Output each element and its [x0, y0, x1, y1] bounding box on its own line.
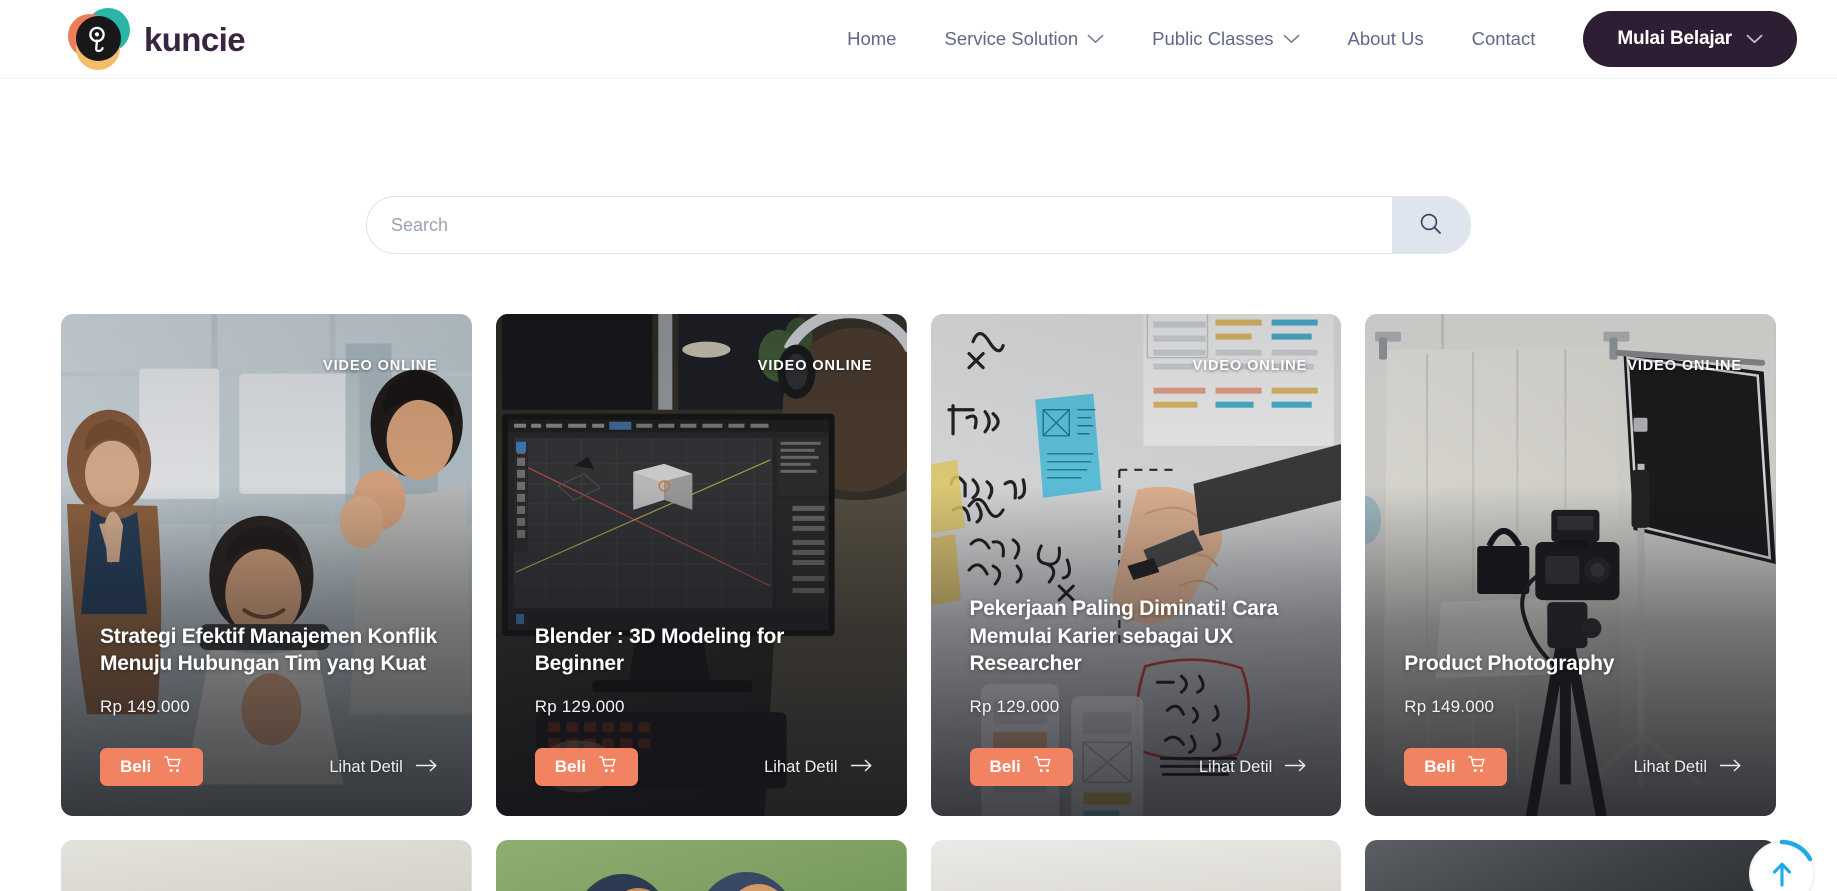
course-card[interactable] [495, 840, 907, 891]
search-input[interactable] [367, 197, 1392, 253]
course-card-image [61, 840, 472, 891]
arrow-right-icon [1285, 758, 1307, 777]
course-title: Product Photography [1404, 652, 1615, 676]
arrow-up-icon [1749, 839, 1815, 891]
course-card-grid-next-row [61, 840, 1776, 891]
course-card-grid: VIDEO ONLINE Strategi Efektif Manajemen … [61, 314, 1776, 816]
course-card[interactable]: VIDEO ONLINE Blender : 3D Modeling for B… [495, 314, 907, 816]
buy-button-label: Beli [989, 757, 1021, 776]
arrow-right-icon [850, 758, 873, 777]
detail-link[interactable]: Lihat Detil [764, 758, 872, 777]
buy-button-label: Beli [1424, 757, 1456, 776]
brand-logo-link[interactable]: kuncie [68, 8, 246, 70]
course-price: Rp 129.000 [969, 697, 1060, 716]
nav-item-label: About Us [1347, 28, 1424, 49]
buy-button[interactable]: Beli [100, 748, 204, 786]
search-icon [1418, 211, 1444, 240]
course-price: Rp 129.000 [534, 697, 625, 716]
search-bar [366, 196, 1471, 254]
status-badge: VIDEO ONLINE [1192, 358, 1308, 374]
shopping-cart-icon [1033, 755, 1053, 779]
course-card[interactable]: VIDEO ONLINE Strategi Efektif Manajemen … [61, 314, 472, 816]
buy-button[interactable]: Beli [1404, 748, 1508, 786]
detail-link[interactable]: Lihat Detil [329, 758, 437, 777]
nav-item-label: Contact [1471, 28, 1536, 49]
course-card[interactable]: VIDEO ONLINE Pekerjaan Paling Diminati! … [930, 314, 1342, 816]
detail-link-label: Lihat Detil [1633, 757, 1707, 776]
chevron-down-icon [1283, 34, 1300, 44]
status-badge: VIDEO ONLINE [323, 358, 438, 374]
buy-button-label: Beli [554, 757, 586, 776]
buy-button[interactable]: Beli [969, 748, 1073, 786]
course-card[interactable]: VIDEO ONLINE Product Photography Rp 149.… [1365, 314, 1776, 816]
card-body: Pekerjaan Paling Diminati! Cara Memulai … [969, 595, 1308, 786]
buy-button-label: Beli [120, 757, 152, 776]
detail-link[interactable]: Lihat Detil [1199, 758, 1307, 777]
course-card[interactable] [1365, 840, 1776, 891]
nav-item-label: Public Classes [1152, 28, 1274, 49]
course-price: Rp 149.000 [1404, 697, 1495, 716]
mulai-belajar-label: Mulai Belajar [1617, 28, 1732, 49]
card-body: Strategi Efektif Manajemen Konflik Menuj… [100, 623, 438, 786]
course-card-image [930, 840, 1342, 891]
status-badge: VIDEO ONLINE [1627, 358, 1742, 374]
mulai-belajar-button[interactable]: Mulai Belajar [1583, 11, 1797, 67]
card-actions: Beli Lihat Detil [1404, 748, 1742, 786]
card-body: Blender : 3D Modeling for Beginner Rp 12… [534, 623, 873, 786]
detail-link-label: Lihat Detil [764, 757, 838, 776]
course-card-image [1365, 840, 1776, 891]
nav-item-service-solution[interactable]: Service Solution [920, 28, 1128, 50]
nav-item-label: Home [847, 28, 897, 49]
scroll-to-top-button[interactable] [1745, 837, 1819, 891]
nav-item-public-classes[interactable]: Public Classes [1128, 28, 1323, 50]
search-section [366, 196, 1471, 254]
nav-item-home[interactable]: Home [823, 28, 920, 50]
nav-item-contact[interactable]: Contact [1448, 28, 1560, 50]
course-price: Rp 149.000 [100, 697, 190, 716]
nav-item-label: Service Solution [944, 28, 1079, 49]
arrow-right-icon [415, 758, 438, 777]
course-card[interactable] [61, 840, 472, 891]
shopping-cart-icon [599, 755, 618, 779]
site-header: kuncie Home Service Solution Public Clas… [0, 0, 1837, 79]
course-title: Pekerjaan Paling Diminati! Cara Memulai … [969, 596, 1279, 676]
shopping-cart-icon [1468, 755, 1487, 779]
course-card[interactable] [930, 840, 1342, 891]
card-body: Product Photography Rp 149.000 Beli Liha… [1404, 650, 1742, 786]
course-title: Blender : 3D Modeling for Beginner [534, 624, 785, 676]
course-card-image [495, 840, 907, 891]
card-actions: Beli Lihat Detil [534, 748, 873, 786]
nav-item-about-us[interactable]: About Us [1324, 28, 1448, 50]
buy-button[interactable]: Beli [534, 748, 638, 786]
course-title: Strategi Efektif Manajemen Konflik Menuj… [100, 624, 437, 676]
detail-link-label: Lihat Detil [329, 757, 403, 776]
brand-name: kuncie [144, 20, 246, 58]
kuncie-keyhole-logo-icon [68, 8, 130, 70]
chevron-down-icon [1746, 34, 1763, 44]
chevron-down-icon [1087, 34, 1104, 44]
arrow-right-icon [1719, 758, 1742, 777]
detail-link-label: Lihat Detil [1198, 757, 1273, 776]
card-actions: Beli Lihat Detil [969, 748, 1308, 786]
detail-link[interactable]: Lihat Detil [1634, 758, 1742, 777]
card-actions: Beli Lihat Detil [100, 748, 438, 786]
status-badge: VIDEO ONLINE [757, 358, 873, 374]
search-submit-button[interactable] [1392, 197, 1470, 253]
shopping-cart-icon [164, 755, 183, 779]
main-navigation: Home Service Solution Public Classes Abo… [823, 11, 1797, 67]
